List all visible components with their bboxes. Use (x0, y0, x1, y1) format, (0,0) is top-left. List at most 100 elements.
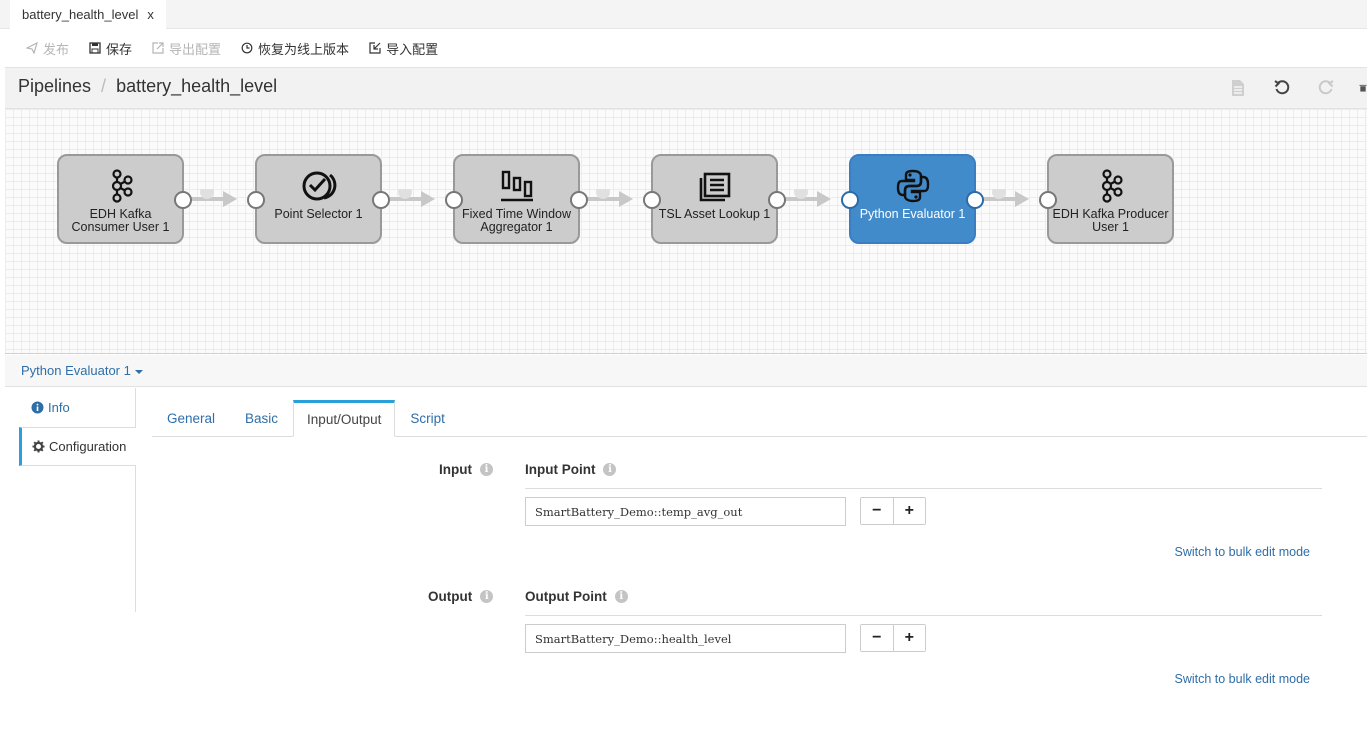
restore-online-version-button[interactable]: 恢复为线上版本 (241, 39, 349, 58)
info-icon[interactable]: i (603, 463, 617, 476)
export-icon (152, 42, 164, 54)
document-tab[interactable]: battery_health_level x (10, 0, 166, 29)
input-port[interactable] (445, 191, 463, 209)
node-label: TSL Asset Lookup 1 (658, 207, 771, 221)
publish-button[interactable]: 发布 (26, 39, 69, 58)
floppy-disk-icon (89, 42, 101, 54)
remove-input-button[interactable]: − (861, 498, 893, 524)
export-config-button[interactable]: 导出配置 (152, 39, 221, 58)
restore-online-version-label: 恢复为线上版本 (258, 41, 350, 57)
input-port[interactable] (643, 191, 661, 209)
output-divider (525, 615, 1322, 616)
output-section-text: Output (428, 589, 473, 604)
document-tab-strip: battery_health_level x (0, 0, 1367, 29)
node-label: EDH Kafka Producer User 1 (1052, 207, 1169, 234)
stage-selector-bar: Python Evaluator 1 (5, 355, 1367, 387)
input-port[interactable] (841, 191, 859, 209)
side-tabs: Info Configuration (19, 388, 136, 612)
pipeline-canvas[interactable]: EDH Kafka Consumer User 1 Point Selector… (5, 109, 1367, 354)
tab-configuration-label: Configuration (49, 439, 127, 454)
undo-icon[interactable] (1271, 77, 1293, 99)
tab-general[interactable]: General (152, 400, 230, 437)
output-port[interactable] (570, 191, 588, 209)
import-config-button[interactable]: 导入配置 (369, 39, 438, 58)
add-output-button[interactable]: + (892, 625, 925, 651)
input-point-field[interactable] (525, 497, 846, 526)
input-point-stepper: − + (860, 497, 926, 525)
breadcrumb-pipelines-link[interactable]: Pipelines (18, 76, 91, 97)
trash-icon[interactable] (1359, 77, 1367, 99)
send-icon (26, 42, 38, 54)
info-icon[interactable]: i (480, 463, 493, 476)
gear-icon (32, 440, 45, 453)
remove-output-button[interactable]: − (861, 625, 893, 651)
output-point-field[interactable] (525, 624, 846, 653)
input-section-label: Input i (439, 462, 493, 477)
import-icon (369, 42, 381, 54)
add-input-button[interactable]: + (892, 498, 925, 524)
config-tabs: General Basic Input/Output Script (152, 400, 1367, 437)
output-point-text: Output Point (525, 589, 607, 604)
aggregator-icon (499, 168, 535, 204)
pipeline-node-kafka-producer[interactable]: EDH Kafka Producer User 1 (1039, 154, 1174, 244)
tab-script[interactable]: Script (395, 400, 460, 437)
import-config-label: 导入配置 (386, 41, 439, 57)
save-button[interactable]: 保存 (89, 39, 132, 58)
header-actions (1205, 77, 1367, 99)
input-point-label: Input Point i (525, 462, 617, 477)
stage-selector-dropdown[interactable]: Python Evaluator 1 (21, 363, 143, 378)
pipeline-link-5[interactable] (977, 189, 1029, 209)
kafka-icon (1093, 168, 1129, 204)
tab-info[interactable]: Info (19, 388, 135, 427)
pipeline-node-point-selector[interactable]: Point Selector 1 (247, 154, 390, 244)
breadcrumb-current: battery_health_level (116, 76, 278, 96)
input-point-text: Input Point (525, 462, 596, 477)
pipeline-node-tsl-asset-lookup[interactable]: TSL Asset Lookup 1 (643, 154, 786, 244)
pipeline-node-kafka-consumer[interactable]: EDH Kafka Consumer User 1 (57, 154, 192, 244)
info-circle-icon (31, 401, 44, 414)
output-port[interactable] (768, 191, 786, 209)
python-icon (895, 168, 931, 204)
output-bulk-edit-link[interactable]: Switch to bulk edit mode (1175, 672, 1311, 686)
node-label: EDH Kafka Consumer User 1 (71, 207, 170, 234)
info-icon[interactable]: i (614, 590, 628, 603)
input-bulk-edit-link[interactable]: Switch to bulk edit mode (1175, 545, 1311, 559)
export-config-label: 导出配置 (169, 41, 222, 57)
input-divider (525, 488, 1322, 489)
close-tab-icon[interactable]: x (147, 7, 154, 22)
output-point-stepper: − + (860, 624, 926, 652)
output-port[interactable] (174, 191, 192, 209)
input-section-text: Input (439, 462, 472, 477)
tab-info-label: Info (48, 400, 70, 415)
asset-lookup-icon (697, 168, 733, 204)
kafka-icon (103, 168, 139, 204)
document-icon[interactable] (1227, 77, 1249, 99)
input-port[interactable] (247, 191, 265, 209)
document-tab-title: battery_health_level (22, 7, 139, 22)
input-port[interactable] (1039, 191, 1057, 209)
node-label: Fixed Time Window Aggregator 1 (461, 207, 572, 234)
toolbar: 发布 保存 导出配置 恢复为线上版本 导入配置 (0, 29, 1367, 67)
pipeline-link-1[interactable] (185, 189, 237, 209)
node-label: Point Selector 1 (274, 207, 363, 221)
tab-input-output[interactable]: Input/Output (293, 400, 396, 437)
output-point-label: Output Point i (525, 589, 628, 604)
tab-configuration[interactable]: Configuration (19, 427, 136, 466)
pipeline-node-fixed-time-window-aggregator[interactable]: Fixed Time Window Aggregator 1 (445, 154, 588, 244)
pipeline-node-python-evaluator[interactable]: Python Evaluator 1 (841, 154, 984, 244)
info-icon[interactable]: i (480, 590, 494, 603)
redo-icon[interactable] (1315, 77, 1337, 99)
pipeline-link-2[interactable] (383, 189, 435, 209)
stage-selector-label: Python Evaluator 1 (21, 363, 131, 378)
tab-basic[interactable]: Basic (230, 400, 293, 437)
node-label: Python Evaluator 1 (859, 207, 966, 221)
save-label: 保存 (106, 41, 133, 57)
output-port[interactable] (372, 191, 390, 209)
pipeline-link-3[interactable] (581, 189, 633, 209)
history-icon (241, 42, 253, 54)
caret-down-icon (134, 369, 143, 374)
pipeline-header: Pipelines / battery_health_level (5, 67, 1367, 109)
point-selector-icon (301, 168, 337, 204)
pipeline-link-4[interactable] (779, 189, 831, 209)
output-port[interactable] (966, 191, 984, 209)
